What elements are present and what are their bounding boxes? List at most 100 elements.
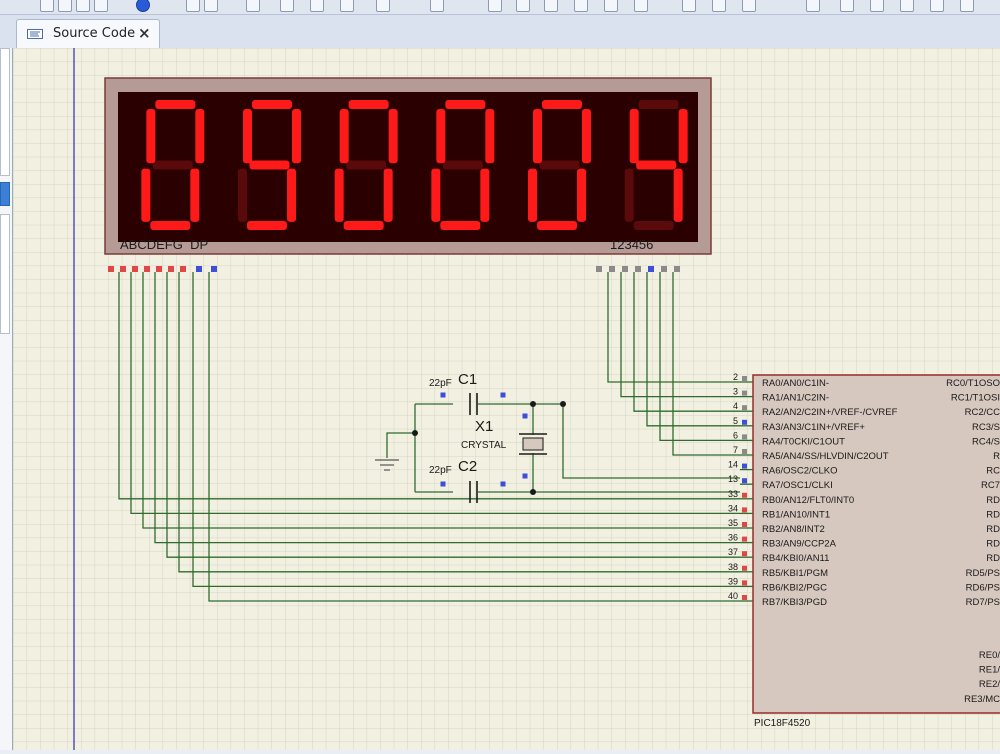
pin-label: RB0/AN12/FLT0/INT0 bbox=[762, 495, 854, 506]
toolbar-button[interactable] bbox=[186, 0, 200, 12]
digit-pin[interactable] bbox=[674, 266, 680, 272]
pin-number: 2 bbox=[733, 372, 738, 382]
toolbar-button[interactable] bbox=[870, 0, 884, 12]
segment-a bbox=[348, 100, 389, 109]
schematic-canvas[interactable]: ABCDEFG DP 123456 22pF C1 22pF C2 X1 CRY… bbox=[13, 48, 1000, 750]
segment-pin[interactable] bbox=[180, 266, 186, 272]
segment-c bbox=[480, 168, 490, 222]
pin-label: RB3/AN9/CCP2A bbox=[762, 539, 837, 550]
segment-label: ABCDEFG DP bbox=[120, 237, 208, 252]
toolbar-button[interactable] bbox=[204, 0, 218, 12]
segment-g bbox=[442, 160, 483, 170]
component-pin[interactable] bbox=[440, 481, 446, 487]
toolbar-button[interactable] bbox=[376, 0, 390, 12]
mcu-chip[interactable]: 2 RA0/AN0/C1IN- 3 RA1/AN1/C2IN- 4 RA2/AN2/C2I… bbox=[728, 372, 1000, 729]
left-panel bbox=[0, 48, 13, 750]
digit-pin[interactable] bbox=[609, 266, 615, 272]
toolbar-button[interactable] bbox=[340, 0, 354, 12]
segment-e bbox=[238, 168, 247, 222]
segment-pin[interactable] bbox=[168, 266, 174, 272]
pin-label: RA3/AN3/C1IN+/VREF+ bbox=[762, 422, 865, 433]
junction-dot bbox=[412, 430, 418, 436]
panel-selected-item[interactable] bbox=[0, 182, 10, 206]
pin-marker bbox=[742, 434, 747, 440]
pin-label: RA5/AN4/SS/HLVDIN/C2OUT bbox=[762, 451, 889, 462]
pin-marker bbox=[742, 376, 747, 381]
segment-pin[interactable] bbox=[144, 266, 150, 272]
digit-pin[interactable] bbox=[648, 266, 654, 272]
pin-number: 39 bbox=[728, 576, 738, 586]
pin-number: 36 bbox=[728, 533, 738, 543]
toolbar-button[interactable] bbox=[742, 0, 756, 12]
segment-c bbox=[673, 168, 683, 222]
pin-marker bbox=[742, 419, 747, 425]
segment-a bbox=[155, 100, 196, 109]
segment-d bbox=[440, 221, 481, 230]
pin-label: RB2/AN8/INT2 bbox=[762, 524, 825, 535]
toolbar-button[interactable] bbox=[58, 0, 72, 12]
mcu-right-pin-label: RE3/MC bbox=[964, 694, 1000, 705]
pin-number: 40 bbox=[728, 591, 738, 601]
toolbar-button[interactable] bbox=[488, 0, 502, 12]
digit-pin[interactable] bbox=[596, 266, 602, 272]
source-code-icon bbox=[27, 29, 43, 39]
toolbar-button[interactable] bbox=[840, 0, 854, 12]
c2-ref: C2 bbox=[458, 458, 477, 475]
toolbar-button[interactable] bbox=[712, 0, 726, 12]
toolbar-button[interactable] bbox=[430, 0, 444, 12]
segment-a bbox=[638, 100, 679, 109]
component-pin[interactable] bbox=[500, 481, 506, 487]
segment-pin[interactable] bbox=[120, 266, 126, 272]
segment-f bbox=[629, 109, 639, 164]
toolbar-button[interactable] bbox=[574, 0, 588, 12]
close-icon[interactable]: × bbox=[138, 24, 151, 42]
segment-d bbox=[150, 221, 191, 230]
toolbar-button[interactable] bbox=[806, 0, 820, 12]
digit-pin[interactable] bbox=[622, 266, 628, 272]
panel-section[interactable] bbox=[0, 214, 10, 334]
toolbar-button[interactable] bbox=[310, 0, 324, 12]
seven-segment-display[interactable]: ABCDEFG DP 123456 bbox=[104, 77, 712, 255]
toolbar-button[interactable] bbox=[682, 0, 696, 12]
toolbar-button[interactable] bbox=[544, 0, 558, 12]
pin-number: 38 bbox=[728, 562, 738, 572]
component-pin[interactable] bbox=[500, 392, 506, 398]
toolbar-button[interactable] bbox=[516, 0, 530, 12]
mcu-right-pin-label: RC1/T1OSI bbox=[951, 393, 1000, 404]
toolbar-button[interactable] bbox=[930, 0, 944, 12]
toolbar-button[interactable] bbox=[960, 0, 974, 12]
toolbar bbox=[0, 0, 1000, 15]
x1-value: CRYSTAL bbox=[461, 440, 507, 451]
component-pin[interactable] bbox=[522, 413, 528, 419]
segment-pin[interactable] bbox=[132, 266, 138, 272]
segment-d bbox=[247, 221, 287, 230]
mcu-right-pin-label: RC4/S bbox=[972, 436, 1000, 447]
toolbar-button[interactable] bbox=[76, 0, 90, 12]
mcu-right-pin-label: RD bbox=[986, 495, 1000, 506]
mcu-right-pin-label: RD bbox=[986, 539, 1000, 550]
digit-pin[interactable] bbox=[661, 266, 667, 272]
component-pin[interactable] bbox=[440, 392, 446, 398]
toolbar-button[interactable] bbox=[900, 0, 914, 12]
toolbar-button[interactable] bbox=[246, 0, 260, 12]
toolbar-button[interactable] bbox=[634, 0, 648, 12]
segment-e bbox=[141, 168, 151, 222]
toolbar-button[interactable] bbox=[604, 0, 618, 12]
mcu-right-pin-label: R bbox=[993, 451, 1000, 462]
pin-number: 4 bbox=[733, 401, 738, 411]
segment-b bbox=[388, 109, 398, 164]
pin-marker bbox=[742, 551, 747, 557]
segment-pin[interactable] bbox=[196, 266, 202, 272]
segment-b bbox=[485, 109, 495, 164]
segment-pin[interactable] bbox=[211, 266, 217, 272]
toolbar-button[interactable] bbox=[94, 0, 108, 12]
tab-source-code[interactable]: Source Code × bbox=[16, 19, 160, 48]
toolbar-button[interactable] bbox=[40, 0, 54, 12]
panel-section[interactable] bbox=[0, 48, 10, 176]
segment-pin[interactable] bbox=[108, 266, 114, 272]
component-pin[interactable] bbox=[522, 473, 528, 479]
segment-pin[interactable] bbox=[156, 266, 162, 272]
digit-pin[interactable] bbox=[635, 266, 641, 272]
toolbar-button[interactable] bbox=[280, 0, 294, 12]
info-icon[interactable] bbox=[136, 0, 150, 12]
